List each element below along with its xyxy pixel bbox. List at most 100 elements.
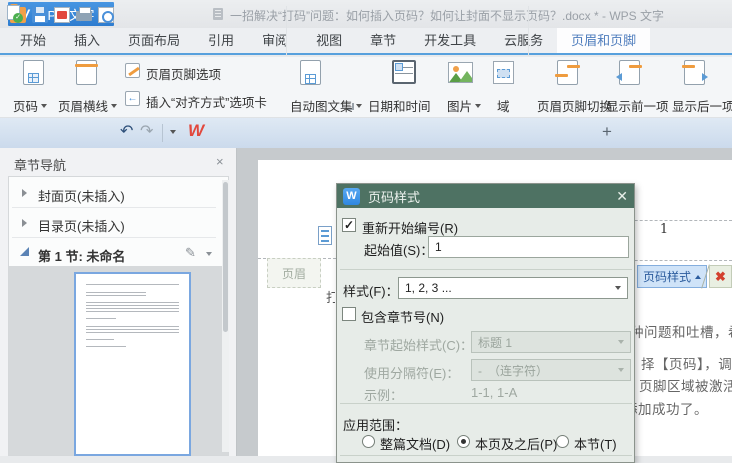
toolbar-options-icon[interactable] (170, 130, 176, 134)
autotext-button[interactable]: 自动图文集 (290, 96, 362, 115)
show-previous-button[interactable]: 显示前一项 (606, 96, 669, 115)
inserted-page-number[interactable]: 1 (652, 222, 676, 237)
chevron-down-icon (615, 286, 621, 290)
tab-view[interactable]: 视图 (302, 28, 356, 53)
start-value-label: 起始值(S)： (364, 243, 434, 258)
restart-numbering-label: 重新开始编号(R) (362, 221, 459, 236)
tab-page-layout[interactable]: 页面布局 (114, 28, 194, 53)
scope-this-section-label: 本节(T) (574, 437, 617, 452)
sidebar-scrollbar[interactable] (222, 180, 229, 452)
window-title: 一招解决“打码”问题：如何插入页码？如何让封面不显示页码？.docx * - W… (230, 9, 665, 23)
expand-arrow-icon[interactable] (22, 189, 27, 197)
scope-whole-document-label: 整篇文档(D) (380, 437, 451, 452)
dialog-divider (340, 269, 632, 270)
scope-this-page-onward-label: 本页及之后(P) (475, 437, 558, 452)
chevron-down-icon (355, 103, 362, 108)
document-text-fragment: 打 (326, 290, 335, 303)
example-value: 1-1, 1-A (471, 385, 518, 400)
tab-cloud[interactable]: 云服务 (490, 28, 557, 53)
style-dropdown[interactable]: 1, 2, 3 ... (398, 277, 628, 299)
chevron-down-icon (618, 340, 624, 344)
tab-header-footer[interactable]: 页眉和页脚 (557, 28, 651, 53)
separator-label: 使用分隔符(E)： (364, 366, 460, 381)
insert-align-tab-icon: ← (125, 91, 140, 106)
field-button[interactable]: 域 (497, 96, 510, 115)
sidebar-item-cover-page[interactable]: 封面页(未插入) (38, 186, 125, 205)
separator-dropdown: - （连字符） (471, 359, 631, 381)
document-text-fragment: 添加成功了。 (624, 402, 708, 417)
chapter-style-dropdown: 标题 1 (471, 331, 631, 353)
group-separator (528, 6, 529, 56)
sidebar-item-section-1[interactable]: 第 1 节: 未命名 (38, 246, 125, 265)
dialog-title: 页码样式 (368, 189, 421, 205)
date-time-button[interactable]: 日期和时间 (368, 96, 431, 115)
export-pdf-icon[interactable] (54, 7, 70, 23)
document-icon (213, 8, 223, 20)
document-text-fragment: 择【页码】，调出 (641, 357, 732, 372)
page-number-style-floating-button[interactable]: 页码样式 (637, 265, 708, 288)
tab-section[interactable]: 章节 (356, 28, 410, 53)
tab-developer[interactable]: 开发工具 (410, 28, 490, 53)
show-next-button[interactable]: 显示后一项 (672, 96, 732, 115)
chevron-up-icon (695, 274, 702, 279)
page-thumbnail[interactable] (74, 272, 191, 456)
undo-icon[interactable]: ↶ (120, 121, 133, 143)
insert-align-tab-button[interactable]: 插入“对齐方式”选项卡 (146, 92, 267, 111)
dialog-divider (340, 403, 632, 404)
section-menu-icon[interactable] (206, 252, 212, 256)
delete-page-number-button[interactable]: ✖ (709, 265, 732, 288)
start-value-input[interactable]: 1 (428, 236, 629, 258)
sidebar-item-toc-page[interactable]: 目录页(未插入) (38, 216, 125, 235)
document-text-fragment: 种问题和吐槽，希 (630, 325, 732, 340)
docx-file-icon (7, 5, 23, 23)
scope-this-section-radio[interactable] (556, 435, 569, 448)
wps-home-icon[interactable]: W (188, 120, 204, 142)
chevron-down-icon (475, 103, 482, 108)
restart-numbering-checkbox[interactable]: ✓ (342, 218, 356, 232)
picture-button[interactable]: 图片 (447, 96, 482, 115)
header-footer-options-icon (125, 63, 140, 78)
scope-this-page-onward-radio[interactable] (457, 435, 470, 448)
chevron-down-icon (41, 103, 48, 108)
scope-label: 应用范围： (343, 418, 409, 433)
page-number-style-dialog: W 页码样式 ✕ ✓ 重新开始编号(R) 起始值(S)： 1 样式(F)： 1,… (336, 183, 635, 463)
list-divider (12, 237, 216, 238)
header-line-button[interactable]: 页眉横线 (58, 96, 118, 115)
tab-home[interactable]: 开始 (6, 28, 60, 53)
rename-pencil-icon[interactable]: ✎ (185, 245, 196, 261)
include-chapter-checkbox[interactable] (342, 307, 356, 321)
scope-whole-document-radio[interactable] (362, 435, 375, 448)
print-preview-icon[interactable] (98, 7, 114, 23)
expand-arrow-icon[interactable] (22, 219, 27, 227)
tab-references[interactable]: 引用 (194, 28, 248, 53)
header-footer-options-button[interactable]: 页眉页脚选项 (146, 64, 221, 83)
print-icon[interactable] (76, 7, 92, 21)
new-tab-button[interactable]: + (602, 122, 612, 142)
ribbon-tab-bar: 开始 插入 页面布局 引用 审阅 视图 章节 开发工具 云服务 页眉和页脚 (0, 28, 732, 55)
header-insert-icon[interactable] (318, 226, 332, 245)
tab-insert[interactable]: 插入 (60, 28, 114, 53)
delete-icon: ✖ (715, 268, 726, 284)
picture-icon (448, 62, 473, 83)
show-next-icon (682, 60, 708, 85)
document-text-fragment: 页脚区域被激活， (639, 379, 732, 394)
close-dialog-icon[interactable]: ✕ (616, 188, 628, 205)
date-time-icon (392, 60, 416, 84)
toggle-header-footer-icon (555, 60, 580, 85)
example-label: 示例： (364, 388, 404, 403)
redo-icon[interactable]: ↷ (140, 121, 153, 143)
chapter-style-label: 章节起始样式(C)： (364, 338, 474, 353)
save-icon[interactable] (32, 7, 48, 23)
close-panel-icon[interactable]: × (216, 154, 224, 169)
collapse-arrow-icon[interactable] (20, 247, 29, 256)
tab-review[interactable]: 审阅 (248, 28, 302, 53)
page-number-button[interactable]: 页码 (13, 96, 48, 115)
dialog-title-bar[interactable]: W 页码样式 ✕ (337, 184, 634, 208)
style-label: 样式(F)： (343, 284, 399, 299)
header-line-icon (75, 60, 98, 85)
field-icon (493, 61, 514, 84)
wps-dialog-icon: W (343, 187, 360, 205)
list-divider (12, 207, 216, 208)
section-navigation-title: 章节导航 (14, 158, 67, 173)
toggle-header-footer-button[interactable]: 页眉页脚切换 (537, 96, 612, 115)
